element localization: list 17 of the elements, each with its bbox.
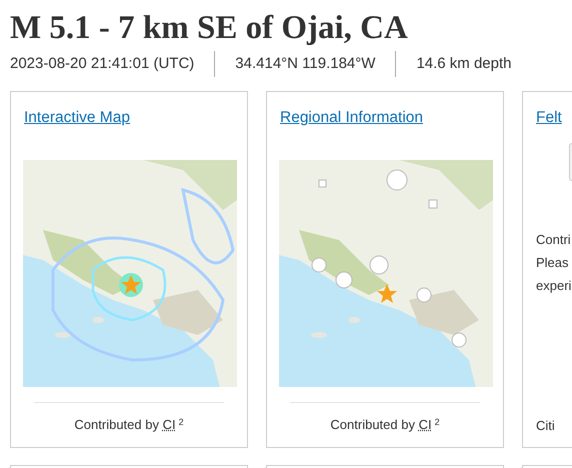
description-text: Contri bbox=[536, 231, 571, 249]
event-detail: 34.414°N 119.184°W bbox=[235, 54, 376, 74]
source-link[interactable]: CI bbox=[162, 417, 176, 432]
event-detail: 14.6 km depth bbox=[416, 54, 512, 74]
card-link[interactable]: Regional Information bbox=[280, 108, 424, 128]
event-detail: 2023-08-20 21:41:01 (UTC) bbox=[10, 54, 194, 74]
description-text: Pleas bbox=[536, 254, 569, 272]
contributor-text: Contributed by bbox=[330, 417, 416, 432]
source-link[interactable]: CI bbox=[418, 417, 432, 432]
footnote-mark: 2 bbox=[178, 416, 184, 426]
page-title: M 5.1 - 7 km SE of Ojai, CA bbox=[10, 9, 408, 48]
card-link[interactable]: Felt bbox=[536, 108, 562, 128]
card-link[interactable]: Interactive Map bbox=[24, 108, 130, 128]
footnote-mark: 2 bbox=[434, 416, 440, 426]
contributor-text: Citi bbox=[536, 416, 555, 434]
description-text: experi bbox=[536, 277, 572, 295]
contributor-text: Contributed by bbox=[74, 417, 160, 432]
